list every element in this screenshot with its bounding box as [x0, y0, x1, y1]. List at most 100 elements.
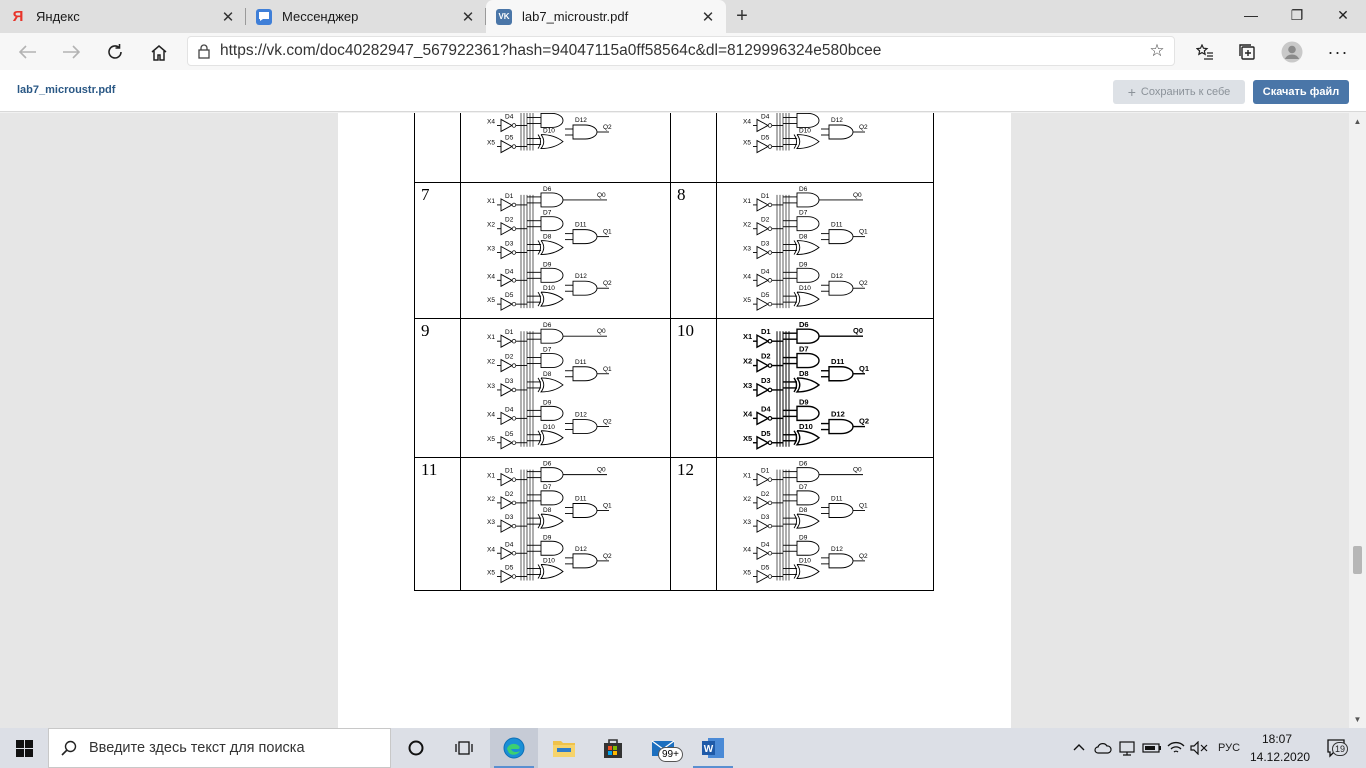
- inverter-icon: [756, 519, 769, 533]
- inverter-icon: [500, 118, 513, 133]
- gate-label: D3: [761, 376, 771, 385]
- and-gate-icon: [572, 366, 598, 382]
- vertical-scrollbar[interactable]: ▲ ▼: [1349, 113, 1366, 728]
- gate-label: D5: [761, 429, 771, 438]
- circuit-cell: X1 D1 D6 X2 D2 D7 X3 D3 D8 X4 D4 D9 X5 D5 D10 D11 Q1 D12 Q…: [460, 182, 671, 319]
- input-label: X2: [743, 357, 752, 366]
- inverter-icon: [500, 358, 513, 373]
- lock-icon[interactable]: [188, 43, 220, 59]
- or-gate-icon: [540, 377, 564, 393]
- and-gate-icon: [796, 352, 820, 369]
- store-bag-icon: [604, 739, 622, 758]
- task-view-button[interactable]: [440, 728, 488, 768]
- download-file-button[interactable]: Скачать файл: [1253, 80, 1349, 104]
- gate-label: D8: [799, 507, 808, 514]
- gate-label: D8: [543, 234, 552, 241]
- forward-button[interactable]: [55, 36, 87, 68]
- input-label: X5: [487, 436, 495, 443]
- and-gate-icon: [796, 216, 820, 232]
- profile-button[interactable]: [1276, 36, 1308, 68]
- and-gate-icon: [796, 113, 820, 128]
- save-to-my-docs-button[interactable]: + Сохранить к себе: [1113, 80, 1245, 104]
- close-tab-icon[interactable]: ✕: [456, 8, 480, 26]
- tab-messenger[interactable]: Мессенджер ✕: [246, 0, 486, 33]
- gate-label: D12: [575, 117, 587, 124]
- file-explorer-button[interactable]: [540, 728, 588, 768]
- url-text[interactable]: https://vk.com/doc40282947_567922361?has…: [220, 42, 1140, 60]
- gate-label: D9: [543, 399, 552, 406]
- inverter-icon: [500, 569, 513, 584]
- task-view-icon: [455, 741, 473, 755]
- collections-button[interactable]: [1231, 36, 1263, 68]
- gate-label: D4: [761, 268, 770, 275]
- circuit-group: X1 D1 D6 X2 D2 D7 X3 D3 D8 X4 D4 D9 X5 D5 D10 D11 Q1 D12 Q…: [743, 186, 868, 311]
- taskbar-search-box[interactable]: Введите здесь текст для поиска: [48, 728, 391, 768]
- mail-taskbar-button[interactable]: 99+: [640, 728, 688, 768]
- start-button[interactable]: [0, 728, 48, 768]
- close-window-button[interactable]: ✕: [1320, 0, 1366, 30]
- logic-circuit-diagram: X1 D1 D6 X2 D2 D7 X3 D3 D8 X4 D4 D9 X5 D5 D10 D11 Q1 D12 Q…: [743, 186, 868, 311]
- input-label: X4: [743, 273, 751, 280]
- inverter-icon: [500, 496, 513, 510]
- onedrive-tray-button[interactable]: [1092, 728, 1114, 768]
- circuit-cell: X1 D1 D6 X2 D2 D7 X3 D3 D8 X4 D4 D9 X5 D5 D10 D11 Q1 D12 Q…: [716, 457, 934, 591]
- inverter-icon: [500, 546, 513, 561]
- maximize-button[interactable]: ❐: [1274, 0, 1320, 30]
- microsoft-store-button[interactable]: [589, 728, 637, 768]
- input-label: X1: [487, 334, 495, 341]
- inverter-icon: [500, 519, 513, 533]
- and-gate-icon: [796, 267, 820, 283]
- input-label: X1: [743, 473, 751, 480]
- minimize-button[interactable]: —: [1228, 0, 1274, 30]
- gate-label: D11: [575, 222, 587, 229]
- address-bar[interactable]: https://vk.com/doc40282947_567922361?has…: [187, 36, 1175, 66]
- close-tab-icon[interactable]: ✕: [696, 8, 720, 26]
- cortana-button[interactable]: [392, 728, 440, 768]
- tab-lab7-pdf[interactable]: VK lab7_microustr.pdf ✕: [486, 0, 726, 33]
- volume-tray-button[interactable]: [1188, 728, 1210, 768]
- output-label: Q1: [859, 503, 868, 510]
- tab-yandex[interactable]: Я Яндекс ✕: [0, 0, 246, 33]
- battery-tray-button[interactable]: [1141, 728, 1163, 768]
- gate-label: D4: [505, 268, 514, 275]
- gate-label: D8: [543, 507, 552, 514]
- settings-menu-button[interactable]: ···: [1322, 36, 1354, 68]
- favorite-star-icon[interactable]: ☆: [1140, 41, 1174, 61]
- and-gate-icon: [572, 503, 598, 518]
- variant-number: 7: [414, 182, 461, 319]
- edge-taskbar-button[interactable]: [490, 728, 538, 768]
- output-label: Q1: [603, 229, 612, 236]
- gate-label: D6: [543, 186, 552, 193]
- inverter-icon: [500, 245, 513, 260]
- word-taskbar-button[interactable]: W: [689, 728, 737, 768]
- favorites-button[interactable]: [1189, 36, 1221, 68]
- or-gate-icon: [540, 240, 564, 255]
- circuit-cell: X3D3D8X4D4D9X5D5D10D12Q2: [716, 113, 934, 183]
- language-indicator[interactable]: РУС: [1212, 728, 1246, 768]
- refresh-button[interactable]: [99, 36, 131, 68]
- scroll-down-icon[interactable]: ▼: [1349, 711, 1366, 728]
- and-gate-icon: [540, 467, 564, 483]
- scroll-up-icon[interactable]: ▲: [1349, 113, 1366, 130]
- gate-label: D11: [831, 496, 843, 503]
- wifi-tray-button[interactable]: [1165, 728, 1187, 768]
- gate-label: D7: [799, 484, 808, 491]
- action-center-button[interactable]: 19: [1318, 728, 1356, 768]
- avatar-icon: [1281, 41, 1303, 63]
- input-label: X3: [487, 246, 495, 253]
- new-tab-button[interactable]: +: [731, 4, 753, 28]
- home-button[interactable]: [143, 36, 175, 68]
- and-gate-icon: [796, 328, 820, 344]
- show-hidden-icons-button[interactable]: [1068, 728, 1090, 768]
- scrollbar-thumb[interactable]: [1353, 546, 1362, 574]
- pdf-viewer[interactable]: X3 D3 D8 X4 D4 D9 X5 D5 D10 D12 Q2 X3 D3 D8 X4 D4 D9 X5 D…: [0, 113, 1366, 728]
- system-clock[interactable]: 18:07 14.12.2020: [1250, 728, 1310, 768]
- back-button[interactable]: [12, 36, 44, 68]
- gate-label: D9: [799, 534, 808, 541]
- meet-now-tray-button[interactable]: [1116, 728, 1138, 768]
- circuit-group: X1 D1 D6 X2 D2 D7 X3 D3 D8 X4 D4 D9 X5 D5 D10 D11 Q1 D12 Q…: [487, 322, 612, 450]
- close-tab-icon[interactable]: ✕: [216, 8, 240, 26]
- gate-label: D5: [761, 565, 770, 572]
- inverter-icon: [756, 334, 770, 349]
- input-label: X2: [487, 359, 495, 366]
